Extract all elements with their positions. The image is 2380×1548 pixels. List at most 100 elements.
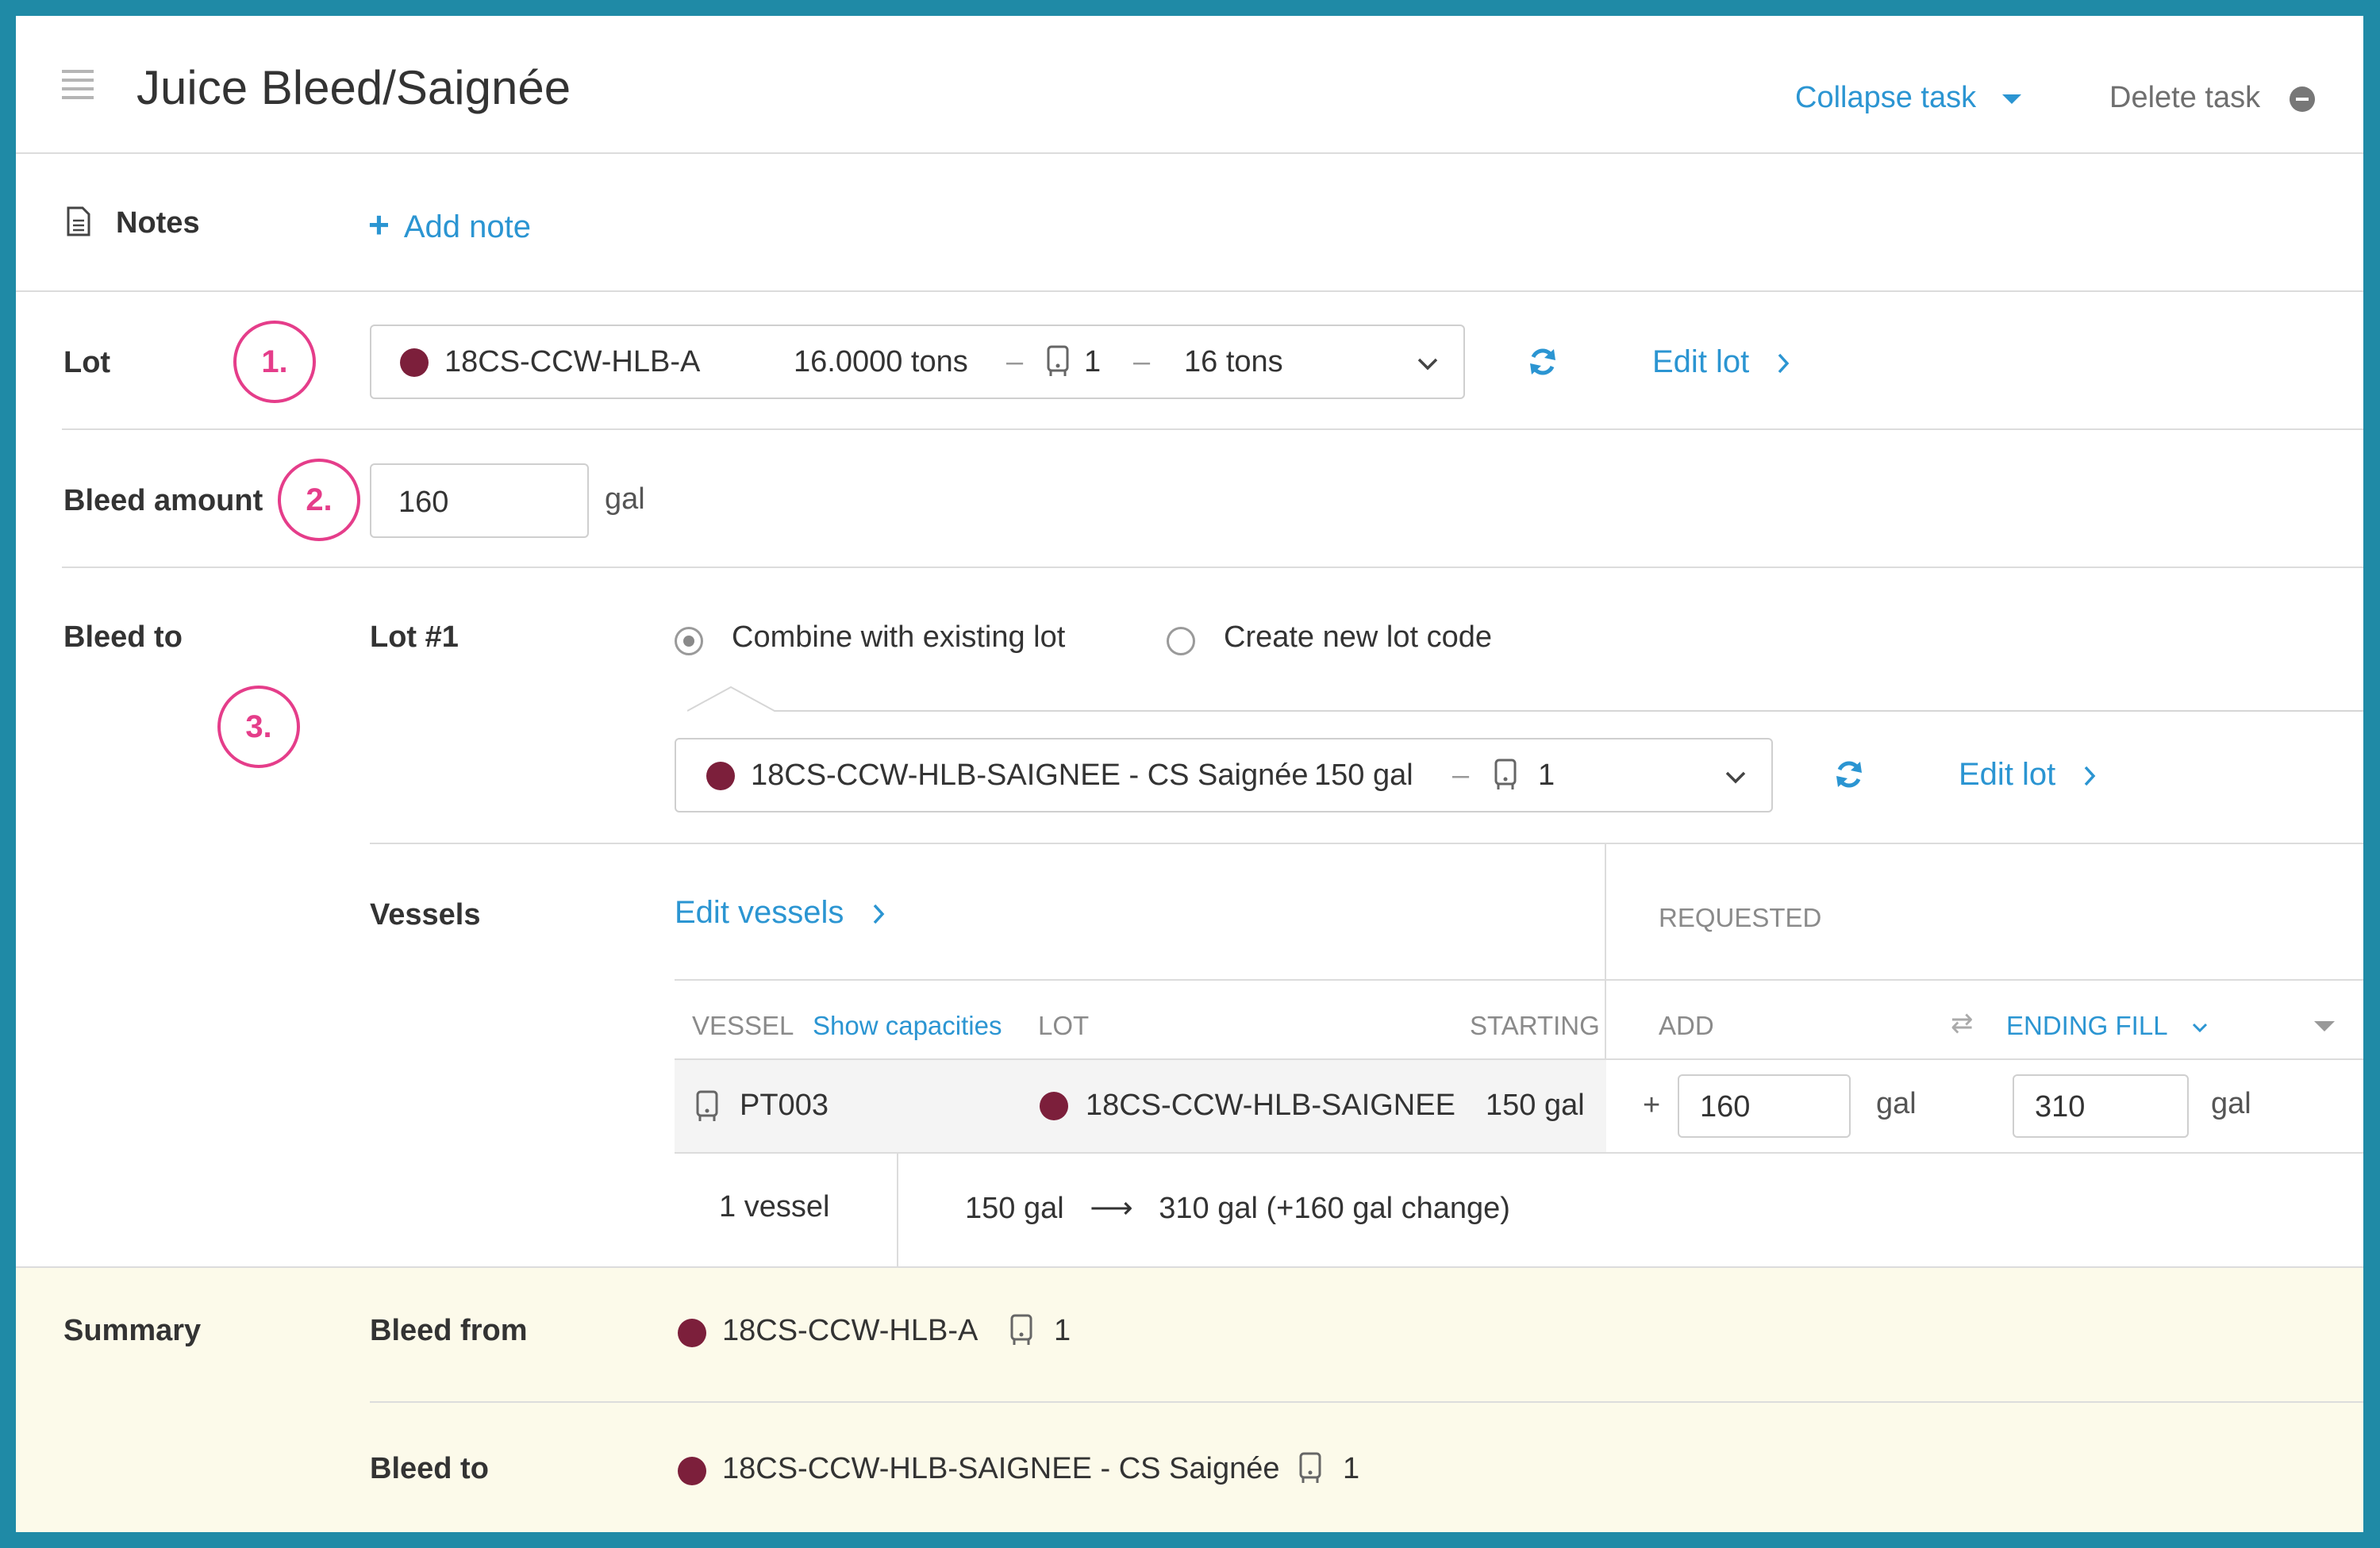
chevron-down-icon: [1417, 358, 1438, 371]
lot-vessel-count: 1: [1084, 345, 1102, 378]
new-lot-radio[interactable]: [1167, 627, 1195, 655]
caret-down-icon: [2001, 94, 2021, 104]
tank-icon: [1299, 1452, 1321, 1483]
summary-bleed-to-label: Bleed to: [370, 1452, 489, 1485]
lot-color-dot: [678, 1457, 706, 1485]
add-unit: gal: [1876, 1087, 1917, 1120]
lot-color-dot: [1040, 1092, 1068, 1120]
edit-target-lot-link[interactable]: Edit lot: [1959, 757, 2096, 793]
edit-lot-label: Edit lot: [1959, 757, 2056, 792]
chevron-down-icon: [1725, 771, 1746, 784]
tank-icon: [1047, 345, 1069, 376]
bleed-from-lot: 18CS-CCW-HLB-A: [722, 1314, 979, 1347]
divider: [62, 567, 2363, 568]
summary-label: Summary: [63, 1314, 202, 1347]
bleed-from-count: 1: [1054, 1314, 1071, 1347]
divider: [675, 979, 2363, 981]
ending-fill-label: ENDING FILL: [2006, 1011, 2167, 1040]
summary-section: Summary Bleed from 18CS-CCW-HLB-A 1 Blee…: [16, 1266, 2363, 1532]
vessel-lot: 18CS-CCW-HLB-SAIGNEE: [1086, 1089, 1455, 1122]
ending-value: 310: [2035, 1090, 2086, 1124]
delete-task-label: Delete task: [2109, 81, 2261, 114]
tank-icon: [1494, 759, 1517, 789]
chevron-down-icon: [2192, 1024, 2207, 1033]
task-panel: Juice Bleed/Saignée Collapse task Delete…: [16, 16, 2363, 1532]
divider: [16, 290, 2363, 292]
plus-icon: +: [368, 204, 390, 245]
add-input[interactable]: 160: [1678, 1074, 1851, 1138]
refresh-icon[interactable]: [1527, 346, 1559, 378]
collapse-task-label: Collapse task: [1795, 81, 1977, 114]
divider: [370, 1401, 2363, 1403]
step-badge-1: 1.: [233, 321, 316, 403]
chevron-right-icon: [1778, 354, 1790, 374]
lot-color-dot: [400, 348, 429, 377]
ending-fill-header[interactable]: ENDING FILL: [2006, 1011, 2208, 1041]
vessel-count: 1 vessel: [719, 1190, 830, 1223]
lot-select[interactable]: 18CS-CCW-HLB-A 16.0000 tons – 1 – 16 ton…: [370, 325, 1465, 399]
vessels-label: Vessels: [370, 898, 481, 931]
column-divider: [897, 1154, 898, 1266]
lot-weight: 16.0000 tons: [794, 345, 968, 378]
divider: [16, 152, 2363, 154]
lot-label: Lot: [63, 346, 111, 379]
collapse-task-button[interactable]: Collapse task: [1795, 81, 2021, 115]
vessel-starting: 150 gal: [1486, 1089, 1585, 1122]
requested-label: REQUESTED: [1659, 903, 1822, 932]
bleed-from-label: Bleed from: [370, 1314, 528, 1347]
caret-down-icon[interactable]: [2314, 1020, 2335, 1033]
tank-icon: [696, 1090, 718, 1121]
column-header-vessel: VESSEL: [692, 1011, 794, 1040]
page-title: Juice Bleed/Saignée: [136, 61, 571, 114]
edit-vessels-label: Edit vessels: [675, 895, 844, 930]
chevron-right-icon: [2085, 766, 2096, 786]
lot-number-label: Lot #1: [370, 620, 459, 654]
bleed-amount-label: Bleed amount: [63, 484, 263, 517]
minus-circle-icon: [2289, 86, 2315, 112]
column-header-add: ADD: [1659, 1011, 1714, 1040]
lot-color-dot: [706, 762, 735, 790]
bleed-to-lot: 18CS-CCW-HLB-SAIGNEE - CS Saignée: [722, 1452, 1280, 1485]
add-note-label: Add note: [403, 209, 532, 244]
vessel-name: PT003: [740, 1089, 829, 1122]
add-note-button[interactable]: + Add note: [368, 203, 531, 246]
bleed-amount-value: 160: [398, 486, 449, 519]
selection-pointer: [687, 686, 2363, 712]
volume-change: 150 gal ⟶ 310 gal (+160 gal change): [965, 1190, 1510, 1226]
edit-lot-link[interactable]: Edit lot: [1652, 344, 1790, 380]
target-lot-select[interactable]: 18CS-CCW-HLB-SAIGNEE - CS Saignée 150 ga…: [675, 738, 1773, 812]
step-badge-3: 3.: [217, 686, 300, 768]
bleed-to-count: 1: [1343, 1452, 1360, 1485]
edit-vessels-link[interactable]: Edit vessels: [675, 895, 885, 931]
target-lot-volume: 150 gal: [1314, 759, 1413, 792]
swap-icon[interactable]: ⇄: [1951, 1008, 1974, 1039]
lot-code: 18CS-CCW-HLB-A: [444, 345, 701, 378]
table-row: PT003 18CS-CCW-HLB-SAIGNEE 150 gal + 160…: [675, 1060, 2363, 1152]
new-lot-option-label[interactable]: Create new lot code: [1224, 620, 1492, 655]
bleed-amount-input[interactable]: 160: [370, 463, 589, 538]
ending-unit: gal: [2211, 1087, 2251, 1120]
show-capacities-link[interactable]: Show capacities: [813, 1011, 1002, 1041]
tank-icon: [1010, 1314, 1032, 1345]
volume-to: 310 gal (+160 gal change): [1159, 1192, 1510, 1225]
separator: –: [1452, 759, 1470, 792]
ending-fill-input[interactable]: 310: [2013, 1074, 2189, 1138]
separator: –: [1133, 345, 1151, 378]
add-value: 160: [1700, 1090, 1751, 1124]
lot-amount: 16 tons: [1184, 345, 1283, 378]
drag-handle-icon[interactable]: [62, 70, 94, 100]
column-header-starting: STARTING: [1470, 1011, 1600, 1040]
combine-radio[interactable]: [675, 627, 703, 655]
chevron-right-icon: [873, 905, 884, 924]
bleed-amount-unit: gal: [605, 482, 645, 516]
separator: –: [1006, 345, 1024, 378]
column-header-lot: LOT: [1038, 1011, 1090, 1040]
refresh-icon[interactable]: [1833, 759, 1865, 790]
step-badge-2: 2.: [278, 459, 360, 541]
lot-color-dot: [678, 1319, 706, 1347]
target-vessel-count: 1: [1538, 759, 1555, 792]
combine-option-label[interactable]: Combine with existing lot: [732, 620, 1065, 655]
divider: [675, 1152, 2363, 1154]
target-lot-code: 18CS-CCW-HLB-SAIGNEE - CS Saignée: [751, 759, 1309, 792]
delete-task-button[interactable]: Delete task: [2109, 81, 2315, 115]
